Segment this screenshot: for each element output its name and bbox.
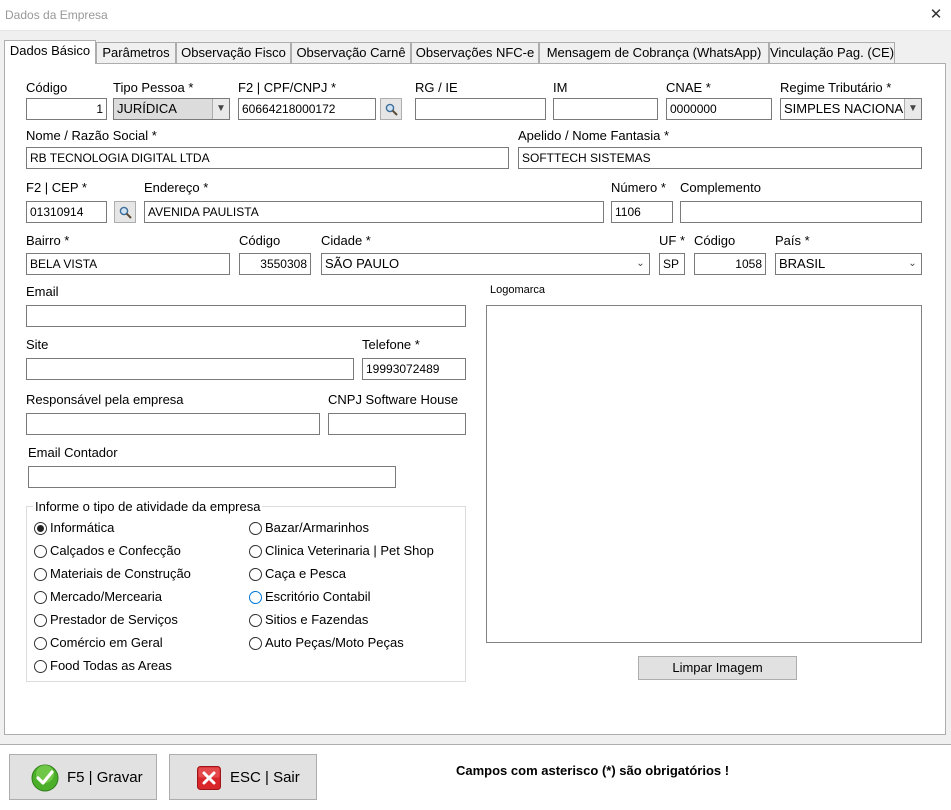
rg-ie-label: RG / IE [415,80,458,95]
uf-field[interactable]: SP [659,253,685,275]
radio-dot [34,614,47,627]
tipo-pessoa-value: JURÍDICA [117,101,177,116]
radio-dot [249,591,262,604]
codigo-pais-label: Código [694,233,736,248]
radio-dot [249,522,262,535]
cnpj-software-field[interactable] [328,413,466,435]
im-field[interactable] [553,98,658,120]
telefone-label: Telefone * [362,337,420,352]
save-button[interactable]: F5 | Gravar [9,754,157,800]
chevron-down-icon: ⌄ [632,254,649,274]
responsavel-label: Responsável pela empresa [26,392,184,407]
responsavel-field[interactable] [26,413,320,435]
required-fields-note: Campos com asterisco (*) são obrigatório… [456,763,730,778]
tab-observacao-fisco[interactable]: Observação Fisco [176,42,291,63]
chevron-down-icon: ▼ [904,99,921,119]
search-icon [119,206,132,219]
cnpj-software-label: CNPJ Software House [328,392,459,407]
codigo-cidade-field[interactable]: 3550308 [239,253,311,275]
cnae-field[interactable]: 0000000 [666,98,772,120]
radio-dot [34,522,47,535]
site-field[interactable] [26,358,354,380]
codigo-pais-field[interactable]: 1058 [694,253,766,275]
regime-label: Regime Tributário * [780,80,892,95]
save-label: F5 | Gravar [67,769,143,786]
email-contador-label: Email Contador [28,445,118,460]
tab-dados-basico[interactable]: Dados Básico [4,40,96,64]
complemento-label: Complemento [680,180,761,195]
checkmark-icon [31,764,59,792]
bairro-field[interactable]: BELA VISTA [26,253,230,275]
pais-value: BRASIL [779,256,826,271]
numero-field[interactable]: 1106 [611,201,673,223]
radio-dot [249,637,262,650]
chevron-down-icon: ▼ [212,99,229,119]
rg-ie-field[interactable] [415,98,546,120]
codigo-field[interactable]: 1 [26,98,107,120]
pais-select[interactable]: BRASIL ⌄ [775,253,922,275]
cep-field[interactable]: 01310914 [26,201,107,223]
logo-image-box[interactable] [486,305,922,643]
cnae-label: CNAE * [666,80,711,95]
title-bar: Dados da Empresa ✕ [0,0,951,31]
cep-label: F2 | CEP * [26,180,87,195]
endereco-field[interactable]: AVENIDA PAULISTA [144,201,604,223]
atividade-legend: Informe o tipo de atividade da empresa [33,499,263,514]
tab-observacao-carne[interactable]: Observação Carnê [291,42,411,63]
fantasia-field[interactable]: SOFTTECH SISTEMAS [518,147,922,169]
numero-label: Número * [611,180,666,195]
tab-vinculacao-pag[interactable]: Vinculação Pag. (CE) [769,42,895,63]
tab-observacoes-nfce[interactable]: Observações NFC-e [411,42,539,63]
regime-value: SIMPLES NACIONAL [784,101,911,116]
cidade-value: SÃO PAULO [325,256,400,271]
fantasia-label: Apelido / Nome Fantasia * [518,128,670,143]
close-icon[interactable]: ✕ [923,3,949,27]
tab-mensagem-cobranca[interactable]: Mensagem de Cobrança (WhatsApp) [539,42,769,63]
cpf-cnpj-field[interactable]: 60664218000172 [238,98,376,120]
im-label: IM [553,80,568,95]
radio-dot [34,591,47,604]
logomarca-label: Logomarca [490,284,546,296]
exit-label: ESC | Sair [230,769,300,786]
nome-label: Nome / Razão Social * [26,128,157,143]
radio-dot [249,614,262,627]
radio-dot [249,545,262,558]
nome-field[interactable]: RB TECNOLOGIA DIGITAL LTDA [26,147,509,169]
radio-dot [34,568,47,581]
cpf-cnpj-label: F2 | CPF/CNPJ * [238,80,337,95]
uf-label: UF * [659,233,685,248]
email-label: Email [26,284,59,299]
window-title: Dados da Empresa [5,8,108,22]
tipo-pessoa-label: Tipo Pessoa * [113,80,194,95]
radio-dot [249,568,262,581]
codigo-cidade-label: Código [239,233,281,248]
cnpj-search-button[interactable] [380,98,402,120]
clear-image-button[interactable]: Limpar Imagem [638,656,797,680]
regime-select[interactable]: SIMPLES NACIONAL ▼ [780,98,922,120]
complemento-field[interactable] [680,201,922,223]
chevron-down-icon: ⌄ [904,254,921,274]
cidade-label: Cidade * [321,233,371,248]
tab-parametros[interactable]: Parâmetros [96,42,176,63]
email-contador-field[interactable] [28,466,396,488]
pais-label: País * [775,233,810,248]
search-icon [385,103,398,116]
radio-dot [34,637,47,650]
site-label: Site [26,337,49,352]
email-field[interactable] [26,305,466,327]
exit-button[interactable]: ESC | Sair [169,754,317,800]
tipo-pessoa-select[interactable]: JURÍDICA ▼ [113,98,230,120]
bairro-label: Bairro * [26,233,70,248]
radio-dot [34,660,47,673]
close-icon [197,766,221,790]
cep-search-button[interactable] [114,201,136,223]
telefone-field[interactable]: 19993072489 [362,358,466,380]
endereco-label: Endereço * [144,180,209,195]
radio-dot [34,545,47,558]
cidade-select[interactable]: SÃO PAULO ⌄ [321,253,650,275]
codigo-label: Código [26,80,68,95]
